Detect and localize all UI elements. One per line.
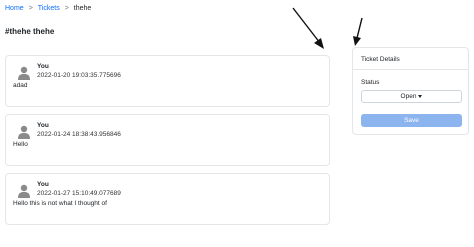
message-card: You 2022-01-27 15:10:49.077689 Hello thi… xyxy=(5,173,330,225)
chevron-right-icon: > xyxy=(28,5,33,12)
message-author: You xyxy=(37,181,49,188)
caret-down-icon xyxy=(418,95,423,98)
arrow-icon xyxy=(353,17,363,46)
ticket-details-title: Ticket Details xyxy=(361,56,400,63)
message-timestamp: 2022-01-24 18:38:43.956846 xyxy=(37,131,121,138)
message-timestamp: 2022-01-27 15:10:49.077689 xyxy=(37,190,121,197)
message-timestamp: 2022-01-20 19:03:35.775696 xyxy=(37,72,121,79)
ticket-details-panel: Ticket Details Status Open Save xyxy=(352,47,469,135)
message-card: You 2022-01-20 19:03:35.775696 adad xyxy=(5,55,330,107)
user-silhouette-icon xyxy=(18,66,30,80)
save-button[interactable]: Save xyxy=(361,114,462,127)
divider xyxy=(353,69,468,70)
page-title: #thehe thehe xyxy=(5,27,55,36)
breadcrumb: Home > Tickets > thehe xyxy=(5,5,91,12)
chevron-right-icon: > xyxy=(64,5,69,12)
message-body: adad xyxy=(13,82,28,89)
status-dropdown[interactable]: Open xyxy=(361,90,462,103)
message-author: You xyxy=(37,63,49,70)
breadcrumb-home-link[interactable]: Home xyxy=(5,5,24,12)
breadcrumb-current: thehe xyxy=(73,5,92,12)
message-body: Hello xyxy=(13,141,28,148)
status-label: Status xyxy=(361,79,380,86)
arrow-icon xyxy=(292,7,324,49)
user-silhouette-icon xyxy=(18,125,30,139)
message-author: You xyxy=(37,122,49,129)
user-silhouette-icon xyxy=(18,184,30,198)
message-body: Hello this is not what I thought of xyxy=(13,200,107,207)
breadcrumb-tickets-link[interactable]: Tickets xyxy=(38,5,60,12)
status-dropdown-value: Open xyxy=(400,93,417,100)
message-card: You 2022-01-24 18:38:43.956846 Hello xyxy=(5,114,330,166)
